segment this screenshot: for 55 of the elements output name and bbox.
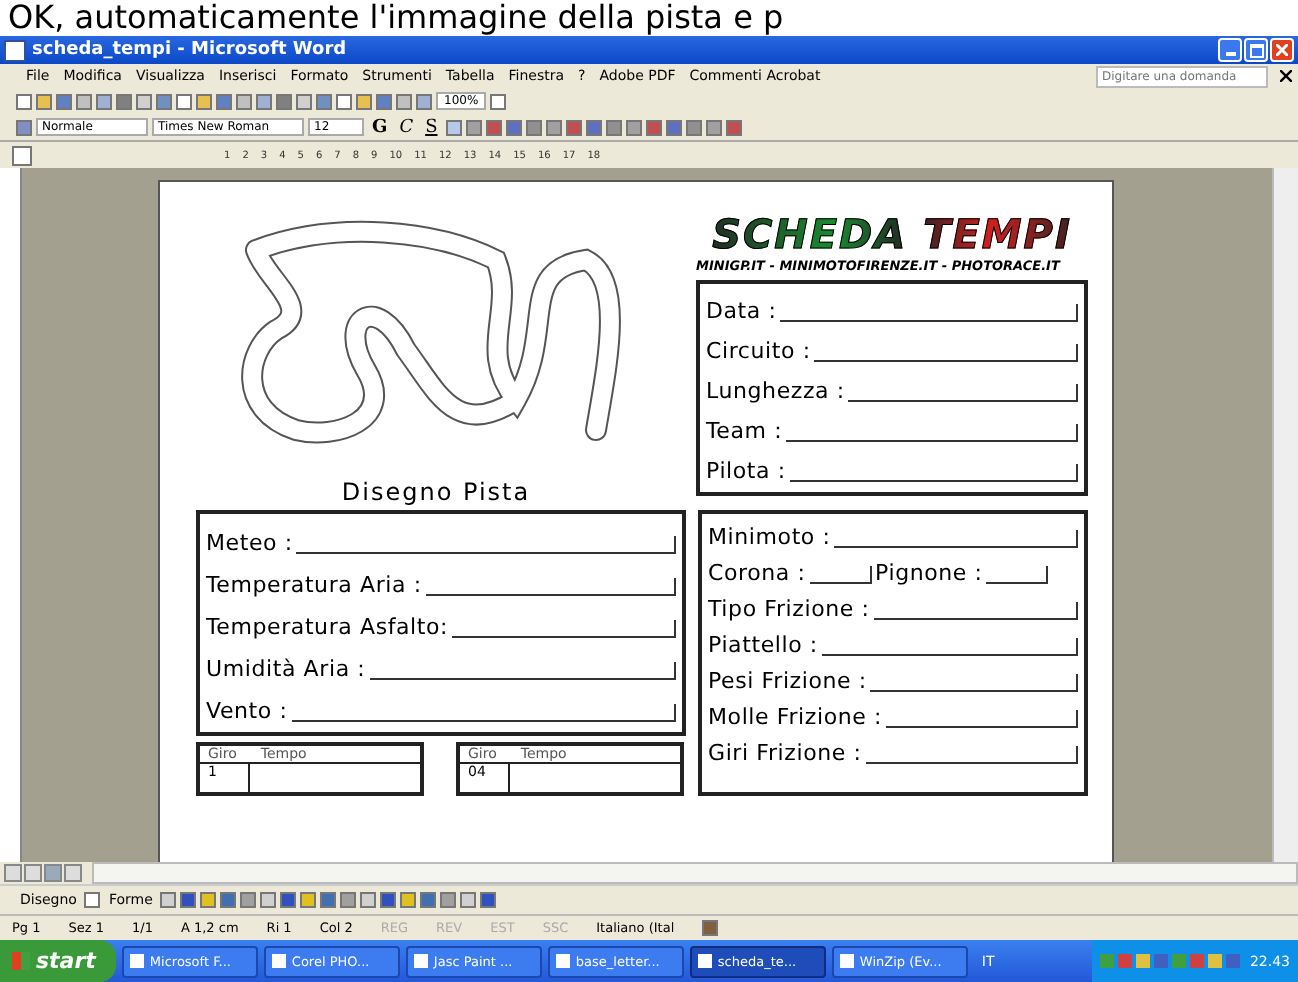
fill-in-line[interactable] — [296, 536, 676, 554]
fill-in-line[interactable] — [848, 384, 1078, 402]
track-caption: Disegno Pista — [341, 478, 531, 506]
fill-in-line[interactable] — [986, 566, 1049, 584]
fill-in-line[interactable] — [873, 602, 1078, 620]
italic-button[interactable]: C — [395, 117, 418, 137]
field-label: Team : — [706, 418, 783, 444]
field-label: Minimoto : — [708, 524, 831, 550]
fill-in-line[interactable] — [780, 304, 1078, 322]
window-title: scheda_tempi - Microsoft Word — [32, 40, 347, 60]
close-icon — [1276, 44, 1288, 56]
vertical-scrollbar[interactable] — [1272, 168, 1298, 862]
field-label: Vento : — [206, 698, 288, 724]
web-view-icon[interactable] — [24, 864, 42, 882]
fill-in-line[interactable] — [425, 578, 676, 596]
field-label: Corona : — [708, 560, 806, 586]
field-label: Circuito : — [706, 338, 811, 364]
field-label: Temperatura Aria : — [206, 572, 422, 598]
fill-in-line[interactable] — [452, 620, 676, 638]
windows-flag-icon — [12, 952, 30, 970]
horizontal-scrollbar[interactable] — [92, 862, 1298, 884]
field-label: Temperatura Asfalto: — [206, 614, 449, 640]
field-label: Data : — [706, 298, 777, 324]
close-document-button[interactable] — [1274, 70, 1298, 82]
fill-in-line[interactable] — [291, 704, 676, 722]
normal-view-icon[interactable] — [4, 864, 22, 882]
field-label: Umidità Aria : — [206, 656, 366, 682]
caption-text: OK, automaticamente l'immagine della pista e p — [0, 0, 1298, 36]
fill-in-line[interactable] — [834, 530, 1078, 548]
field-label: Lunghezza : — [706, 378, 845, 404]
start-button[interactable]: start — [0, 940, 116, 982]
outline-view-icon[interactable] — [64, 864, 82, 882]
field-label: Pesi Frizione : — [708, 668, 867, 694]
field-label: Meteo : — [206, 530, 293, 556]
fill-in-line[interactable] — [886, 710, 1078, 728]
close-button[interactable] — [1270, 38, 1294, 62]
field-label: Pilota : — [706, 458, 786, 484]
field-label: Piattello : — [708, 632, 818, 658]
fill-in-line[interactable] — [870, 674, 1078, 692]
underline-button[interactable]: S — [421, 117, 442, 137]
fill-in-line[interactable] — [789, 464, 1078, 482]
fill-in-line[interactable] — [786, 424, 1078, 442]
fill-in-line[interactable] — [809, 566, 872, 584]
fill-in-line[interactable] — [865, 746, 1078, 764]
maximize-button[interactable] — [1244, 38, 1268, 62]
field-label: Giri Frizione : — [708, 740, 862, 766]
fill-in-line[interactable] — [821, 638, 1078, 656]
close-icon — [1280, 70, 1292, 82]
bold-button[interactable]: G — [368, 117, 392, 137]
field-label: Tipo Frizione : — [708, 596, 870, 622]
minimize-button[interactable] — [1218, 38, 1242, 62]
fill-in-line[interactable] — [369, 662, 676, 680]
field-label: Molle Frizione : — [708, 704, 883, 730]
fill-in-line[interactable] — [814, 344, 1078, 362]
field-label: Pignone : — [875, 560, 983, 586]
